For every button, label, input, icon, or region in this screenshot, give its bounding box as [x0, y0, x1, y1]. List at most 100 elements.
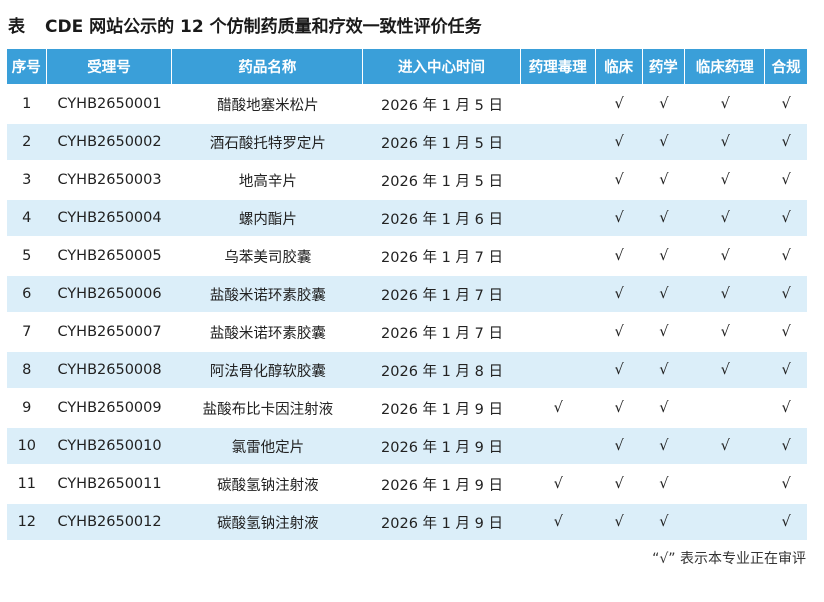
cell-entry-time: 2026 年 1 月 5 日: [363, 122, 521, 160]
table-row: 5 CYHB2650005 乌苯美司胶囊 2026 年 1 月 7 日 √ √ …: [7, 236, 807, 274]
cell-pharm-tox: [520, 274, 596, 312]
cell-pharm-tox: √: [520, 388, 596, 426]
cell-pharm-tox: [520, 350, 596, 388]
cell-compliance: √: [765, 160, 807, 198]
table-row: 2 CYHB2650002 酒石酸托特罗定片 2026 年 1 月 5 日 √ …: [7, 122, 807, 160]
cell-clinical: √: [595, 312, 643, 350]
cell-drug-name: 地高辛片: [172, 160, 364, 198]
cell-compliance: √: [765, 426, 807, 464]
cell-compliance: √: [765, 84, 807, 122]
table-row: 3 CYHB2650003 地高辛片 2026 年 1 月 5 日 √ √ √ …: [7, 160, 807, 198]
review-task-table: 序号 受理号 药品名称 进入中心时间 药理毒理 临床 药学 临床药理 合规 1 …: [7, 49, 807, 540]
cell-drug-name: 阿法骨化醇软胶囊: [172, 350, 364, 388]
cell-entry-time: 2026 年 1 月 9 日: [363, 502, 521, 540]
cell-seq: 1: [7, 84, 47, 122]
cell-drug-name: 碳酸氢钠注射液: [172, 464, 364, 502]
cell-clinical: √: [595, 236, 643, 274]
cell-entry-time: 2026 年 1 月 9 日: [363, 388, 521, 426]
cell-seq: 11: [7, 464, 47, 502]
cell-seq: 6: [7, 274, 47, 312]
cell-drug-name: 盐酸米诺环素胶囊: [172, 312, 364, 350]
cell-pharm-tox: [520, 198, 596, 236]
cell-pharm-tox: [520, 84, 596, 122]
cell-clinical: √: [595, 502, 643, 540]
cell-compliance: √: [765, 502, 807, 540]
cell-entry-time: 2026 年 1 月 5 日: [363, 160, 521, 198]
header-entry-time: 进入中心时间: [363, 49, 521, 84]
cell-clin-pharm: √: [685, 122, 766, 160]
cell-pharm-tox: √: [520, 464, 596, 502]
cell-clinical: √: [595, 464, 643, 502]
cell-pharmacy: √: [642, 198, 686, 236]
cell-clin-pharm: √: [685, 198, 766, 236]
cell-clinical: √: [595, 122, 643, 160]
cell-entry-time: 2026 年 1 月 8 日: [363, 350, 521, 388]
cell-seq: 12: [7, 502, 47, 540]
cell-pharmacy: √: [642, 502, 686, 540]
cell-drug-name: 盐酸米诺环素胶囊: [172, 274, 364, 312]
cell-drug-name: 碳酸氢钠注射液: [172, 502, 364, 540]
cell-accept-no: CYHB2650002: [46, 122, 173, 160]
cell-clinical: √: [595, 160, 643, 198]
cell-entry-time: 2026 年 1 月 7 日: [363, 274, 521, 312]
cell-clin-pharm: √: [685, 350, 766, 388]
table-row: 11 CYHB2650011 碳酸氢钠注射液 2026 年 1 月 9 日 √ …: [7, 464, 807, 502]
cell-clin-pharm: √: [685, 84, 766, 122]
header-compliance: 合规: [765, 49, 807, 84]
table-caption: 表 CDE 网站公示的 12 个仿制药质量和疗效一致性评价任务: [8, 12, 482, 37]
table-row: 8 CYHB2650008 阿法骨化醇软胶囊 2026 年 1 月 8 日 √ …: [7, 350, 807, 388]
header-pharm-tox: 药理毒理: [520, 49, 596, 84]
cell-drug-name: 酒石酸托特罗定片: [172, 122, 364, 160]
table-row: 1 CYHB2650001 醋酸地塞米松片 2026 年 1 月 5 日 √ √…: [7, 84, 807, 122]
header-drug-name: 药品名称: [172, 49, 364, 84]
cell-pharm-tox: [520, 122, 596, 160]
cell-clinical: √: [595, 84, 643, 122]
cell-pharmacy: √: [642, 312, 686, 350]
table-row: 4 CYHB2650004 螺内酯片 2026 年 1 月 6 日 √ √ √ …: [7, 198, 807, 236]
header-pharmacy: 药学: [642, 49, 686, 84]
cell-drug-name: 螺内酯片: [172, 198, 364, 236]
table-row: 6 CYHB2650006 盐酸米诺环素胶囊 2026 年 1 月 7 日 √ …: [7, 274, 807, 312]
cell-clin-pharm: [685, 464, 766, 502]
cell-clin-pharm: [685, 388, 766, 426]
cell-seq: 5: [7, 236, 47, 274]
cell-drug-name: 盐酸布比卡因注射液: [172, 388, 364, 426]
cell-pharmacy: √: [642, 160, 686, 198]
cell-compliance: √: [765, 312, 807, 350]
cell-compliance: √: [765, 274, 807, 312]
table-row: 12 CYHB2650012 碳酸氢钠注射液 2026 年 1 月 9 日 √ …: [7, 502, 807, 540]
cell-accept-no: CYHB2650011: [46, 464, 173, 502]
cell-accept-no: CYHB2650004: [46, 198, 173, 236]
cell-accept-no: CYHB2650010: [46, 426, 173, 464]
cell-seq: 2: [7, 122, 47, 160]
cell-pharm-tox: [520, 160, 596, 198]
cell-clin-pharm: √: [685, 274, 766, 312]
table-header-row: 序号 受理号 药品名称 进入中心时间 药理毒理 临床 药学 临床药理 合规: [7, 49, 807, 84]
cell-drug-name: 氯雷他定片: [172, 426, 364, 464]
cell-pharm-tox: √: [520, 502, 596, 540]
cell-seq: 7: [7, 312, 47, 350]
cell-accept-no: CYHB2650009: [46, 388, 173, 426]
cell-pharm-tox: [520, 312, 596, 350]
cell-pharmacy: √: [642, 274, 686, 312]
table-footnote: “√” 表示本专业正在审评: [652, 551, 806, 567]
cell-pharmacy: √: [642, 426, 686, 464]
cell-accept-no: CYHB2650007: [46, 312, 173, 350]
cell-entry-time: 2026 年 1 月 7 日: [363, 236, 521, 274]
cell-pharmacy: √: [642, 236, 686, 274]
cell-pharm-tox: [520, 426, 596, 464]
cell-entry-time: 2026 年 1 月 5 日: [363, 84, 521, 122]
header-clinical: 临床: [595, 49, 643, 84]
cell-seq: 8: [7, 350, 47, 388]
cell-accept-no: CYHB2650012: [46, 502, 173, 540]
caption-label: 表: [8, 17, 25, 37]
cell-accept-no: CYHB2650001: [46, 84, 173, 122]
cell-compliance: √: [765, 122, 807, 160]
cell-entry-time: 2026 年 1 月 6 日: [363, 198, 521, 236]
cell-compliance: √: [765, 388, 807, 426]
cell-seq: 9: [7, 388, 47, 426]
cell-clin-pharm: √: [685, 160, 766, 198]
cell-accept-no: CYHB2650008: [46, 350, 173, 388]
cell-drug-name: 乌苯美司胶囊: [172, 236, 364, 274]
cell-pharmacy: √: [642, 464, 686, 502]
